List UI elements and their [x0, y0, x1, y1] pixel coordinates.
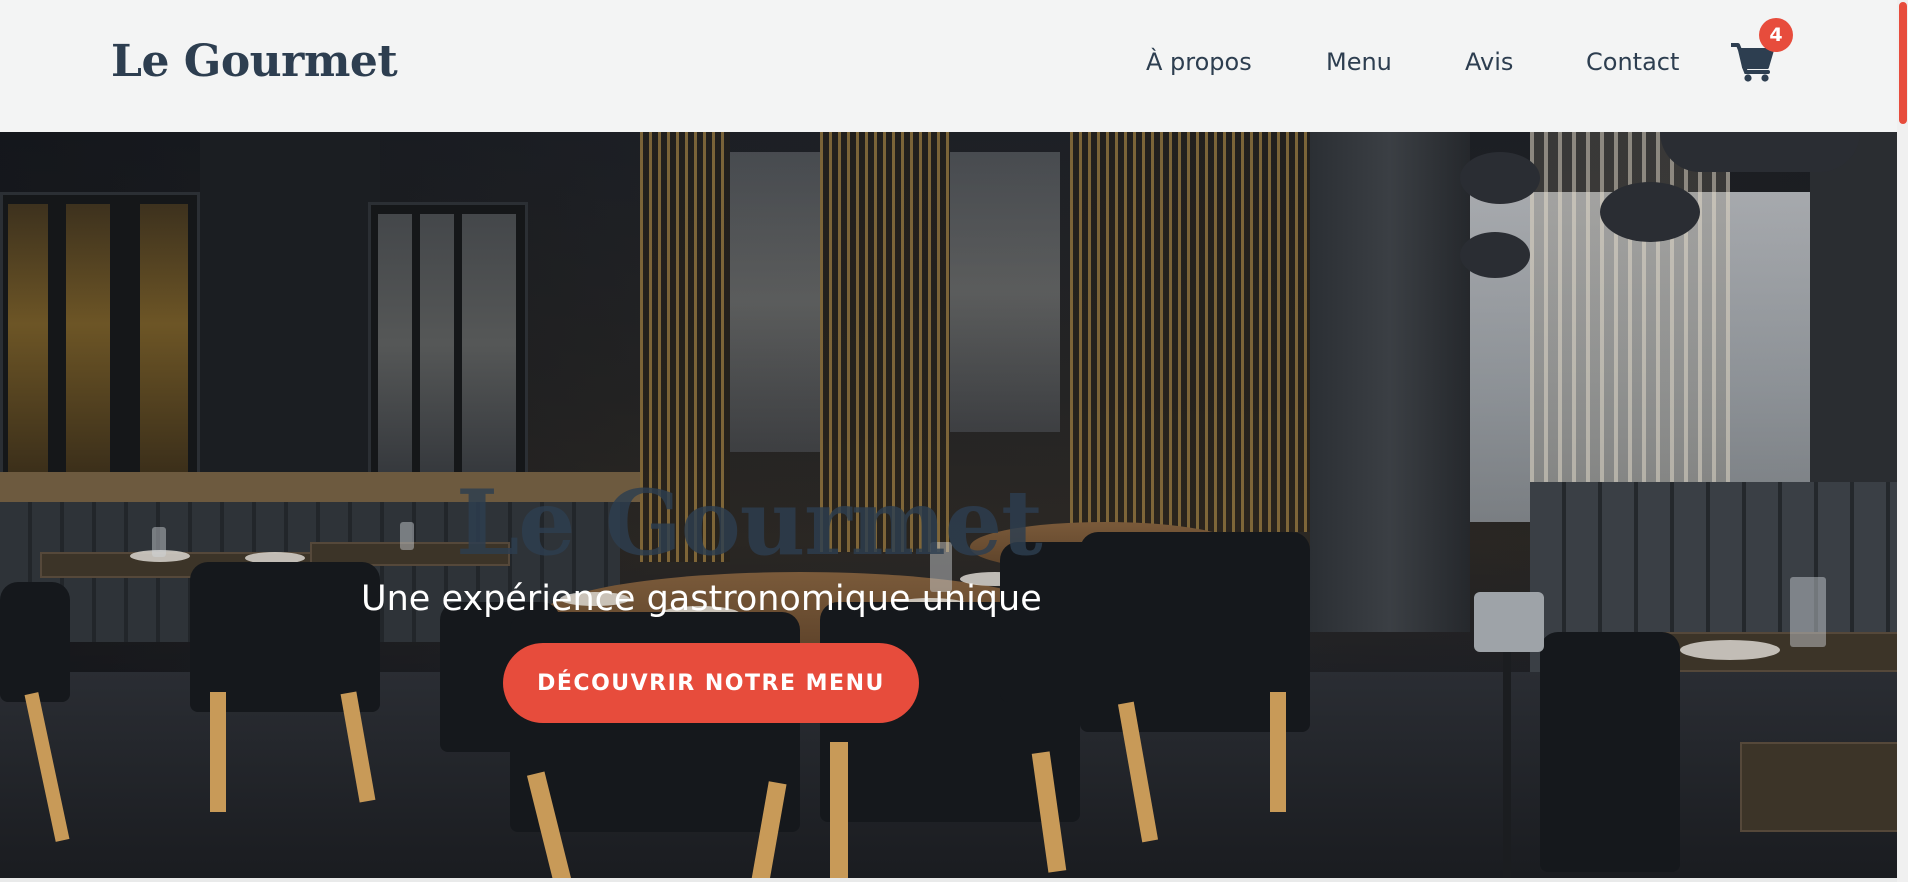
- pendant-lamp: [1460, 232, 1530, 278]
- nav-link-contact[interactable]: Contact: [1586, 48, 1679, 76]
- pillar: [1310, 132, 1470, 632]
- table: [1740, 742, 1897, 832]
- window-pane: [378, 214, 412, 474]
- pendant-lamp: [1460, 152, 1540, 204]
- chair: [190, 562, 380, 712]
- site-header: Le Gourmet À propos Menu Avis Contact 4: [0, 0, 1897, 132]
- page-bottom-edge: [0, 878, 1897, 882]
- pendant-lamp: [1600, 182, 1700, 242]
- cart-count-badge: 4: [1759, 18, 1793, 52]
- wine-shelf: [8, 204, 48, 504]
- window-pane: [420, 214, 454, 474]
- window-pillar: [1810, 132, 1897, 532]
- wine-shelf: [66, 204, 110, 504]
- plate: [1680, 640, 1780, 660]
- chair-leg: [1270, 692, 1286, 812]
- glass-partition: [950, 152, 1060, 432]
- water-glass: [400, 522, 414, 550]
- ice-bucket: [1474, 592, 1544, 652]
- scrollbar[interactable]: [1897, 0, 1908, 882]
- chair-leg: [830, 742, 848, 878]
- glass-partition: [730, 152, 820, 452]
- wall-panel: [200, 132, 380, 492]
- water-glass: [1790, 577, 1826, 647]
- pendant-lamp: [1660, 132, 1860, 172]
- nav-link-avis[interactable]: Avis: [1465, 48, 1513, 76]
- nav-link-a-propos[interactable]: À propos: [1146, 48, 1252, 76]
- hero-subtitle: Une expérience gastronomique unique: [361, 579, 1042, 619]
- hero-title: Le Gourmet: [456, 470, 1043, 577]
- gold-slat-partition: [1070, 132, 1310, 532]
- water-glass: [152, 527, 166, 557]
- nav-link-menu[interactable]: Menu: [1326, 48, 1392, 76]
- ice-bucket-stand: [1503, 652, 1511, 878]
- chair-leg: [210, 692, 226, 812]
- hero-section: Le Gourmet Une expérience gastronomique …: [0, 132, 1897, 878]
- chair: [1540, 632, 1680, 872]
- site-logo[interactable]: Le Gourmet: [111, 36, 398, 87]
- window-pane: [462, 214, 516, 474]
- discover-menu-button[interactable]: DÉCOUVRIR NOTRE MENU: [503, 643, 919, 723]
- wine-shelf: [140, 204, 188, 504]
- chair: [0, 582, 70, 702]
- scrollbar-thumb[interactable]: [1899, 2, 1907, 124]
